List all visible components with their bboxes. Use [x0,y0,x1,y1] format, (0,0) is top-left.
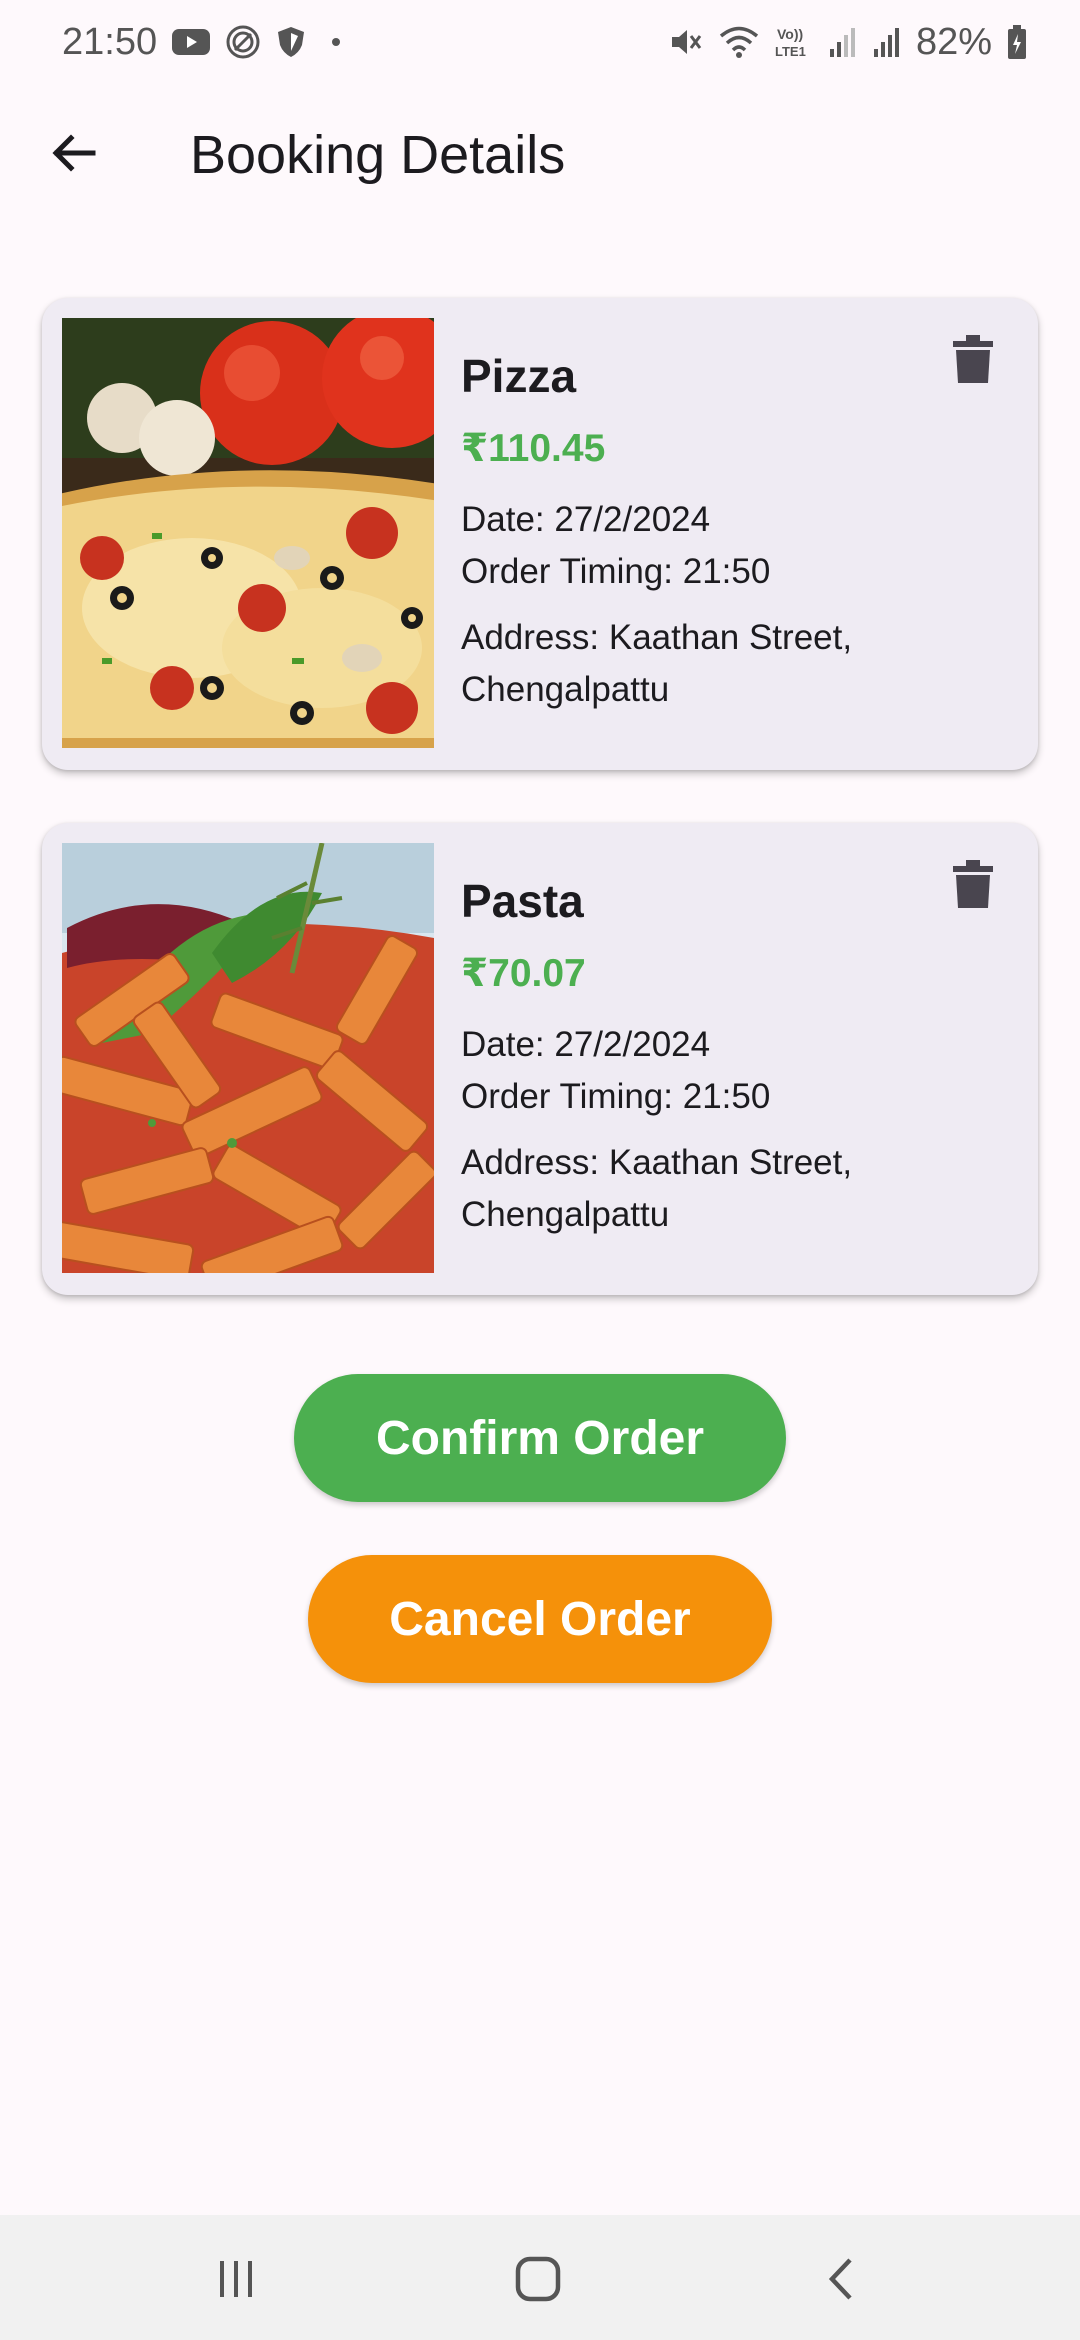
home-button[interactable] [508,2251,568,2311]
item-address: Address: Kaathan Street, Chengalpattu [461,618,853,709]
status-bar: 21:50 Vo)) LTE1 82% [0,0,1080,84]
cancel-order-button[interactable]: Cancel Order [308,1555,772,1683]
item-price: ₹110.45 [461,427,606,470]
item-order-timing: Order Timing: 21:50 [461,1077,771,1116]
booking-card: Pizza ₹110.45 Date: 27/2/2024 Order Timi… [42,298,1038,770]
status-time: 21:50 [62,20,158,63]
back-button[interactable] [40,122,106,188]
svg-text:Vo)): Vo)) [777,26,803,42]
pizza-image [62,318,434,748]
item-price: ₹70.07 [461,952,586,995]
page-title: Booking Details [190,125,566,185]
item-order-timing: Order Timing: 21:50 [461,552,771,591]
wifi-icon [718,24,760,60]
booking-details: Pizza ₹110.45 Date: 27/2/2024 Order Timi… [461,348,941,716]
svg-text:LTE1: LTE1 [775,44,806,59]
nav-back-button[interactable] [812,2251,872,2311]
battery-icon [1006,24,1028,60]
item-date: Date: 27/2/2024 [461,1025,711,1064]
item-date: Date: 27/2/2024 [461,500,711,539]
trash-icon [953,859,993,915]
cell-signal-icon [872,25,902,59]
status-right: Vo)) LTE1 82% [668,21,1028,64]
cell-signal-icon [828,25,858,59]
pasta-image [62,843,434,1273]
system-nav-bar [0,2215,1080,2340]
confirm-order-button[interactable]: Confirm Order [294,1374,786,1502]
battery-percent: 82% [915,20,992,63]
arrow-back-icon [49,129,97,182]
signal-tracker-icon [225,24,261,60]
item-address: Address: Kaathan Street, Chengalpattu [461,1143,853,1234]
item-name: Pasta [461,875,584,927]
home-icon [513,2254,563,2309]
mute-icon [668,24,704,60]
shield-icon [275,25,307,59]
delete-button[interactable] [946,332,1000,392]
youtube-icon [171,27,211,57]
booking-details: Pasta ₹70.07 Date: 27/2/2024 Order Timin… [461,873,941,1241]
item-name: Pizza [461,350,577,402]
app-bar: Booking Details [0,110,1080,200]
recents-button[interactable] [206,2251,266,2311]
booking-card: Pasta ₹70.07 Date: 27/2/2024 Order Timin… [42,823,1038,1295]
trash-icon [953,334,993,390]
recents-icon [214,2257,258,2306]
volte-icon: Vo)) LTE1 [774,24,814,60]
dot-icon [321,27,351,57]
status-left: 21:50 [62,21,351,64]
delete-button[interactable] [946,857,1000,917]
back-icon [822,2254,862,2309]
